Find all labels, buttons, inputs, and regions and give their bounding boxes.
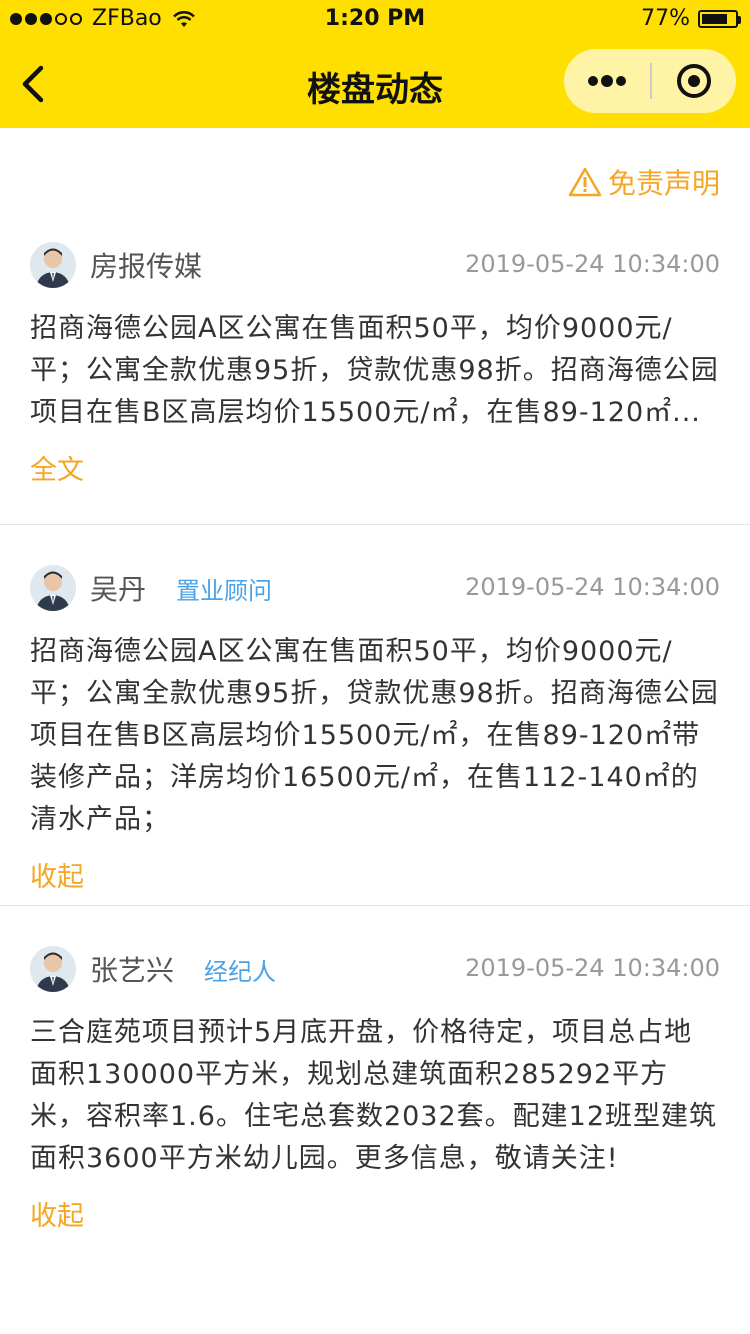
post-content: 招商海德公园A区公寓在售面积50平，均价9000元/平；公寓全款优惠95折，贷款… (30, 636, 719, 835)
post-time: 2019-05-24 10:34:00 (465, 250, 720, 278)
author-name: 张艺兴 (90, 954, 175, 987)
post-header: 房报传媒 2019-05-24 10:34:00 (30, 236, 720, 294)
post-time: 2019-05-24 10:34:00 (465, 954, 720, 982)
avatar[interactable] (30, 565, 76, 611)
status-bar: ZFBao 1:20 PM 77% (0, 0, 750, 40)
feed-post: 张艺兴 经纪人 2019-05-24 10:34:00 三合庭苑项目预计5月底开… (0, 906, 750, 1233)
collapse-toggle[interactable]: 收起 (30, 1194, 84, 1233)
avatar[interactable] (30, 946, 76, 992)
author-name: 房报传媒 (90, 250, 203, 283)
battery-percent: 77% (641, 6, 690, 31)
avatar-person-icon (30, 565, 76, 611)
post-header: 吴丹 置业顾问 2019-05-24 10:34:00 (30, 559, 720, 617)
status-right: 77% (641, 6, 741, 31)
author-role: 经纪人 (204, 957, 277, 986)
expand-toggle[interactable]: 全文 (30, 448, 84, 487)
feed-post: 房报传媒 2019-05-24 10:34:00 招商海德公园A区公寓在售面积5… (0, 232, 750, 487)
post-content: 三合庭苑项目预计5月底开盘，价格待定，项目总占地面积130000平方米，规划总建… (30, 1017, 718, 1174)
status-time: 1:20 PM (324, 6, 426, 31)
author-name: 吴丹 (90, 573, 147, 606)
post-header: 张艺兴 经纪人 2019-05-24 10:34:00 (30, 940, 720, 998)
disclaimer-link[interactable]: 免责声明 (568, 162, 720, 202)
feed-post: 吴丹 置业顾问 2019-05-24 10:34:00 招商海德公园A区公寓在售… (0, 525, 750, 893)
more-button[interactable] (564, 49, 650, 113)
close-button[interactable] (652, 49, 736, 113)
author-role: 置业顾问 (176, 576, 273, 605)
target-close-icon (677, 64, 711, 98)
warning-triangle-icon (568, 167, 602, 197)
disclaimer-label: 免责声明 (607, 167, 720, 200)
miniprogram-capsule (564, 49, 736, 113)
feed-list: 房报传媒 2019-05-24 10:34:00 招商海德公园A区公寓在售面积5… (0, 232, 750, 1233)
collapse-toggle[interactable]: 收起 (30, 855, 84, 894)
avatar[interactable] (30, 242, 76, 288)
battery-level (702, 13, 727, 24)
nav-bar: 楼盘动态 (0, 40, 750, 128)
avatar-person-icon (30, 242, 76, 288)
post-time: 2019-05-24 10:34:00 (465, 573, 720, 601)
more-dots-icon (588, 75, 626, 87)
battery-icon (698, 9, 741, 28)
post-content: 招商海德公园A区公寓在售面积50平，均价9000元/平；公寓全款优惠95折，贷款… (30, 313, 719, 428)
avatar-person-icon (30, 946, 76, 992)
